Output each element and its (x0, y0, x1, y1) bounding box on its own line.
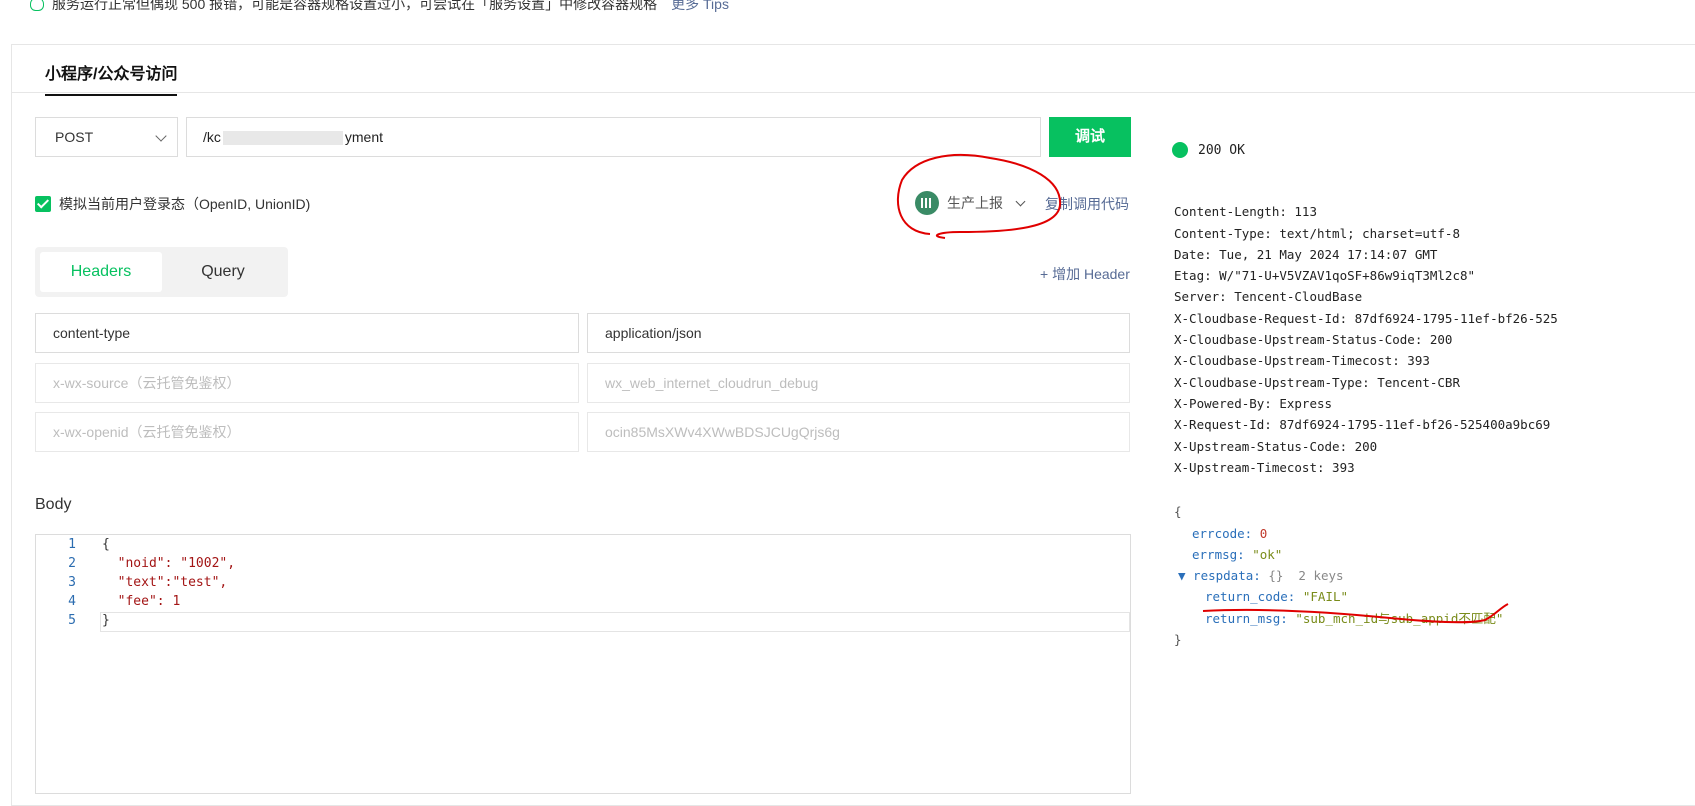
header-key-input[interactable]: x-wx-openid（云托管免鉴权） (35, 412, 579, 452)
header-key-input[interactable]: x-wx-source（云托管免鉴权） (35, 363, 579, 403)
lightbulb-icon (30, 0, 44, 11)
header-value-input[interactable]: wx_web_internet_cloudrun_debug (587, 363, 1130, 403)
line-number: 3 (68, 575, 76, 590)
status-dot-icon (1172, 142, 1188, 158)
response-header-line: Content-Type: text/html; charset=utf-8 (1174, 225, 1460, 241)
url-input[interactable]: /kc yment (186, 117, 1041, 157)
response-header-line: X-Cloudbase-Request-Id: 87df6924-1795-11… (1174, 310, 1558, 326)
building-icon (915, 191, 939, 215)
url-prefix: /kc (203, 129, 221, 145)
json-key: return_code: (1205, 589, 1296, 605)
notice-bar: 服务运行正常但偶现 500 报错，可能是容器规格设置过小，可尝试在「服务设置」中… (30, 0, 729, 14)
json-value: "sub_mch_id与sub_appid不匹配" (1295, 610, 1504, 626)
url-suffix: yment (344, 129, 384, 145)
code-line: "text":"test", (102, 575, 228, 590)
tab-miniprogram-access[interactable]: 小程序/公众号访问 (45, 60, 178, 96)
json-key: errcode: (1192, 525, 1253, 541)
redacted-area (222, 131, 343, 146)
line-number: 4 (68, 594, 76, 609)
body-label: Body (35, 496, 72, 513)
response-json: { errcode: 0 errmsg: "ok" ▼ respdata: {} 2 … (1174, 480, 1503, 672)
response-header-line: X-Upstream-Status-Code: 200 (1174, 438, 1378, 454)
response-header-line: X-Cloudbase-Upstream-Timecost: 393 (1174, 353, 1430, 369)
json-open: { (1174, 504, 1182, 520)
json-close: } (1174, 632, 1182, 648)
response-header-line: X-Request-Id: 87df6924-1795-11ef-bf26-52… (1174, 417, 1551, 433)
code-line: } (102, 613, 110, 628)
environment-label: 生产上报 (947, 195, 1003, 211)
response-header-line: X-Cloudbase-Upstream-Status-Code: 200 (1174, 332, 1453, 348)
json-key: errmsg: (1192, 546, 1245, 562)
response-header-line: X-Powered-By: Express (1174, 395, 1333, 411)
environment-select[interactable]: 生产上报 (915, 191, 1026, 215)
response-header-line: Content-Length: 113 (1174, 204, 1317, 220)
json-meta: {} 2 keys (1268, 568, 1344, 584)
json-value: 0 (1259, 525, 1268, 541)
header-value-input[interactable]: ocin85MsXWv4XWwBDSJCUgQrjs6g (587, 412, 1130, 452)
status-text: 200 OK (1198, 142, 1245, 158)
json-collapse-toggle[interactable]: ▼ respdata: (1178, 568, 1261, 583)
add-header-button[interactable]: + 增加 Header (1040, 264, 1130, 284)
response-status: 200 OK (1172, 142, 1245, 158)
method-value: POST (55, 129, 94, 145)
tab-bar (11, 44, 1695, 93)
more-tips-link[interactable]: 更多 Tips (671, 0, 729, 14)
line-number: 5 (68, 613, 76, 628)
response-header-line: X-Upstream-Timecost: 393 (1174, 459, 1355, 475)
active-line-highlight (100, 612, 1130, 632)
json-value: "FAIL" (1302, 589, 1348, 605)
code-line: "noid": "1002", (102, 556, 236, 571)
notice-text: 服务运行正常但偶现 500 报错，可能是容器规格设置过小，可尝试在「服务设置」中… (52, 0, 658, 12)
simulate-login-label: 模拟当前用户登录态（OpenID, UnionID) (59, 196, 311, 212)
checkbox-icon[interactable] (35, 196, 51, 212)
line-number: 2 (68, 556, 76, 571)
json-key: return_msg: (1205, 610, 1288, 626)
code-line: { (102, 537, 110, 552)
response-header-line: Etag: W/"71-U+V5VZAV1qoSF+86w9iqT3Ml2c8" (1174, 268, 1476, 284)
chevron-down-icon (1015, 196, 1026, 206)
tab-headers[interactable]: Headers (40, 252, 162, 292)
line-number: 1 (68, 537, 76, 552)
copy-code-link[interactable]: 复制调用代码 (1045, 194, 1129, 214)
response-header-line: Server: Tencent-CloudBase (1174, 289, 1363, 305)
response-header-line: Date: Tue, 21 May 2024 17:14:07 GMT (1174, 246, 1438, 262)
tab-query[interactable]: Query (162, 252, 284, 292)
simulate-login-checkbox[interactable]: 模拟当前用户登录态（OpenID, UnionID) (35, 194, 310, 214)
debug-button[interactable]: 调试 (1049, 117, 1131, 157)
response-headers: Content-Length: 113 Content-Type: text/ht… (1174, 180, 1558, 499)
chevron-down-icon (155, 130, 167, 142)
header-key-input[interactable]: content-type (35, 313, 579, 353)
method-select[interactable]: POST (35, 117, 178, 157)
body-editor[interactable]: 1 2 3 4 5 { "noid": "1002", "text":"test… (35, 534, 1131, 794)
code-line: "fee": 1 (102, 594, 181, 609)
header-value-input[interactable]: application/json (587, 313, 1130, 353)
response-header-line: X-Cloudbase-Upstream-Type: Tencent-CBR (1174, 374, 1460, 390)
json-value: "ok" (1252, 546, 1283, 562)
